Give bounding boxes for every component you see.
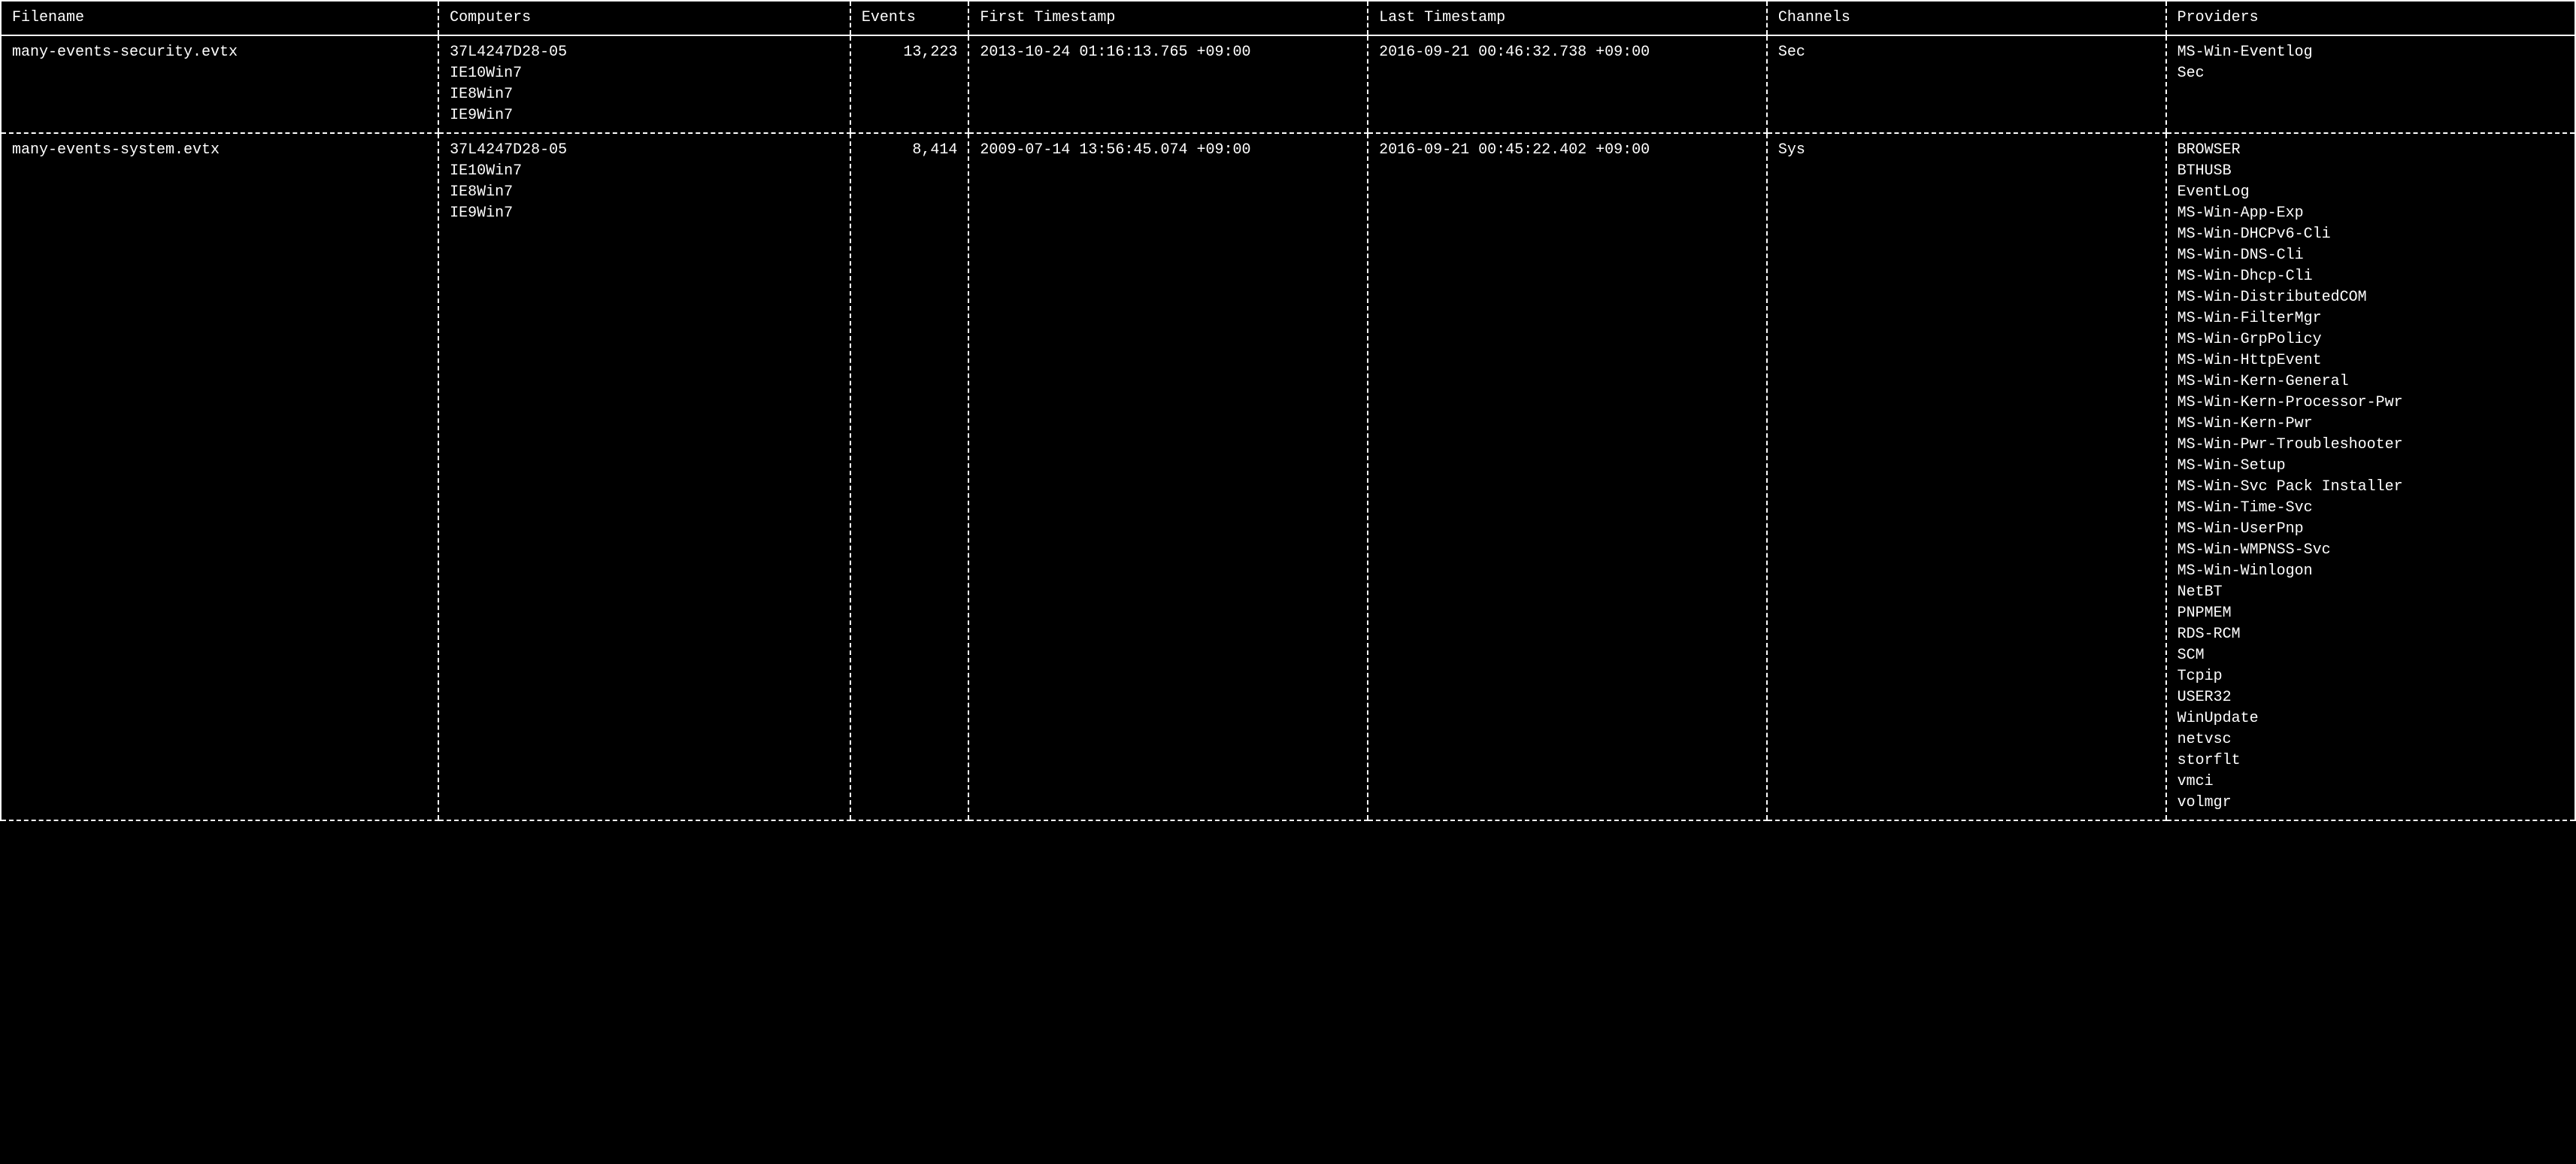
cell-first-timestamp: 2013-10-24 01:16:13.765 +09:00 [968, 35, 1368, 133]
cell-first-timestamp: 2009-07-14 13:56:45.074 +09:00 [968, 133, 1368, 820]
cell-last-timestamp: 2016-09-21 00:45:22.402 +09:00 [1368, 133, 1767, 820]
cell-channels: Sec [1767, 35, 2166, 133]
column-header-filename[interactable]: Filename [1, 1, 438, 35]
cell-channels: Sys [1767, 133, 2166, 820]
table-row: many-events-security.evtx37L4247D28-05 I… [1, 35, 2575, 133]
column-header-events[interactable]: Events [850, 1, 969, 35]
cell-events: 13,223 [850, 35, 969, 133]
column-header-channels[interactable]: Channels [1767, 1, 2166, 35]
cell-events: 8,414 [850, 133, 969, 820]
column-header-providers[interactable]: Providers [2166, 1, 2575, 35]
column-header-computers[interactable]: Computers [438, 1, 850, 35]
cell-providers: MS-Win-Eventlog Sec [2166, 35, 2575, 133]
cell-filename: many-events-system.evtx [1, 133, 438, 820]
cell-filename: many-events-security.evtx [1, 35, 438, 133]
table-header-row: Filename Computers Events First Timestam… [1, 1, 2575, 35]
table-row: many-events-system.evtx37L4247D28-05 IE1… [1, 133, 2575, 820]
cell-providers: BROWSER BTHUSB EventLog MS-Win-App-Exp M… [2166, 133, 2575, 820]
cell-last-timestamp: 2016-09-21 00:46:32.738 +09:00 [1368, 35, 1767, 133]
column-header-first-timestamp[interactable]: First Timestamp [968, 1, 1368, 35]
event-log-table: Filename Computers Events First Timestam… [0, 0, 2576, 821]
cell-computers: 37L4247D28-05 IE10Win7 IE8Win7 IE9Win7 [438, 35, 850, 133]
column-header-last-timestamp[interactable]: Last Timestamp [1368, 1, 1767, 35]
cell-computers: 37L4247D28-05 IE10Win7 IE8Win7 IE9Win7 [438, 133, 850, 820]
